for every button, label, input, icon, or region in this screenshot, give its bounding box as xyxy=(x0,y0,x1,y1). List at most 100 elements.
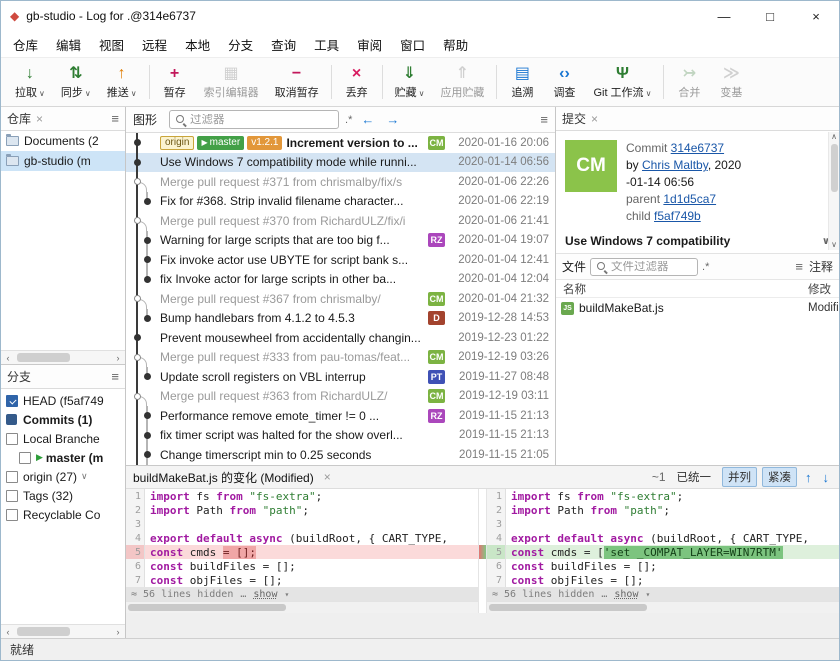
unified-toggle[interactable]: 已统一 xyxy=(671,467,718,487)
commit-row[interactable]: Performance remove emote_timer != 0 ...R… xyxy=(126,406,555,426)
discard-button[interactable]: ×丢弃 xyxy=(336,60,378,104)
prev-change-icon[interactable]: ↑ xyxy=(802,470,815,485)
commit-row[interactable]: Bump handlebars from 4.1.2 to 4.5.3D2019… xyxy=(126,309,555,329)
scroll-left-icon[interactable]: ‹ xyxy=(1,627,15,637)
branch-checkbox[interactable] xyxy=(6,509,18,521)
ref-remote-label[interactable]: origin xyxy=(160,136,194,150)
commit-hash-link[interactable]: 314e6737 xyxy=(671,141,724,155)
ref-current-label[interactable]: master xyxy=(197,136,244,150)
branch-item[interactable]: ▶master (m xyxy=(1,448,125,467)
commit-panel-scrollbar[interactable]: ∧ ∨ xyxy=(828,132,839,250)
file-filter[interactable] xyxy=(590,258,698,276)
repository-item[interactable]: Documents (2 xyxy=(1,131,125,151)
diff-left-hscrollbar[interactable] xyxy=(126,601,478,613)
menu-item-1[interactable]: 编辑 xyxy=(47,31,90,58)
scrollbar-track[interactable] xyxy=(15,351,111,364)
scroll-left-icon[interactable]: ‹ xyxy=(1,353,15,363)
branch-checkbox[interactable] xyxy=(6,490,18,502)
menu-item-6[interactable]: 查询 xyxy=(262,31,305,58)
scroll-down-icon[interactable]: ∨ xyxy=(831,240,837,250)
parent-hash-link[interactable]: 1d1d5ca7 xyxy=(663,192,716,206)
branch-item[interactable]: Recyclable Co xyxy=(1,505,125,524)
ref-tag-label[interactable]: v1.2.1 xyxy=(247,136,282,150)
branch-checkbox[interactable] xyxy=(6,471,18,483)
commit-row[interactable]: Merge pull request #370 from RichardULZ/… xyxy=(126,211,555,231)
regex-toggle[interactable]: .* xyxy=(702,261,709,273)
show-hidden-link[interactable]: show xyxy=(253,589,277,600)
commit-row[interactable]: Prevent mousewheel from accidentally cha… xyxy=(126,328,555,348)
commit-row[interactable]: Merge pull request #367 from chrismalby/… xyxy=(126,289,555,309)
close-icon[interactable]: × xyxy=(324,470,331,484)
commit-row[interactable]: fix Invoke actor for large scripts in ot… xyxy=(126,270,555,290)
prev-match-icon[interactable]: ← xyxy=(358,112,377,127)
blame-button[interactable]: ▤追溯 xyxy=(501,60,543,104)
scrollbar-thumb[interactable] xyxy=(831,144,838,192)
show-hidden-link[interactable]: show xyxy=(614,589,638,600)
close-icon[interactable]: × xyxy=(36,112,43,126)
compact-toggle[interactable]: 紧凑 xyxy=(762,467,797,487)
commit-row[interactable]: fix timer script was halted for the show… xyxy=(126,426,555,446)
branches-hscrollbar[interactable]: ‹ › xyxy=(1,624,125,638)
menu-item-2[interactable]: 视图 xyxy=(90,31,133,58)
push-button[interactable]: ↑推送∨ xyxy=(99,60,145,104)
menu-icon[interactable]: ≡ xyxy=(111,369,119,384)
scroll-right-icon[interactable]: › xyxy=(111,353,125,363)
graph-filter-input[interactable] xyxy=(190,114,333,126)
hidden-lines-row[interactable]: ≈ 56 lines hidden…show▾ xyxy=(126,587,478,601)
branch-item[interactable]: Local Branche xyxy=(1,429,125,448)
menu-item-9[interactable]: 窗口 xyxy=(391,31,434,58)
branch-checkbox[interactable] xyxy=(6,395,18,407)
menu-item-4[interactable]: 本地 xyxy=(176,31,219,58)
close-button[interactable]: × xyxy=(793,1,839,31)
commit-row[interactable]: Warning for large scripts that are too b… xyxy=(126,231,555,251)
branch-item[interactable]: Commits (1) xyxy=(1,410,125,429)
branch-checkbox[interactable] xyxy=(19,452,31,464)
unstage-button[interactable]: −取消暂存 xyxy=(267,60,327,104)
graph-filter[interactable] xyxy=(169,110,339,129)
diff-right-hscrollbar[interactable] xyxy=(487,601,839,613)
menu-item-0[interactable]: 仓库 xyxy=(4,31,47,58)
commit-row[interactable]: Update scroll registers on VBL interrupP… xyxy=(126,367,555,387)
commit-row[interactable]: Merge pull request #371 from chrismalby/… xyxy=(126,172,555,192)
commit-row[interactable]: originmasterv1.2.1Increment version to .… xyxy=(126,133,555,153)
branch-item[interactable]: HEAD (f5af749 xyxy=(1,391,125,410)
next-change-icon[interactable]: ↓ xyxy=(820,470,833,485)
maximize-button[interactable]: □ xyxy=(747,1,793,31)
menu-icon[interactable]: ≡ xyxy=(540,112,548,127)
hidden-lines-row[interactable]: ≈ 56 lines hidden…show▾ xyxy=(487,587,839,601)
branch-item[interactable]: Tags (32) xyxy=(1,486,125,505)
branch-checkbox[interactable] xyxy=(6,433,18,445)
git-workflow-button[interactable]: ΨGit 工作流∨ xyxy=(585,60,659,104)
scrollbar-thumb[interactable] xyxy=(17,353,70,362)
stage-button[interactable]: +暂存 xyxy=(154,60,196,104)
regex-toggle[interactable]: .* xyxy=(345,114,352,126)
repository-item[interactable]: gb-studio (m xyxy=(1,151,125,171)
commit-row[interactable]: Change timerscript min to 0.25 seconds20… xyxy=(126,445,555,465)
menu-item-3[interactable]: 远程 xyxy=(133,31,176,58)
menu-icon[interactable]: ≡ xyxy=(111,111,119,126)
branch-item[interactable]: origin (27)∨ xyxy=(1,467,125,486)
column-name[interactable]: 名称 xyxy=(556,281,586,297)
commit-row[interactable]: Use Windows 7 compatibility mode while r… xyxy=(126,153,555,173)
scrollbar-thumb[interactable] xyxy=(17,627,70,636)
commit-row[interactable]: Merge pull request #333 from pau-tomas/f… xyxy=(126,348,555,368)
file-filter-input[interactable] xyxy=(611,261,692,273)
menu-item-8[interactable]: 审阅 xyxy=(348,31,391,58)
scroll-up-icon[interactable]: ∧ xyxy=(831,132,837,142)
chevron-down-icon[interactable]: ∨ xyxy=(81,471,88,482)
file-row[interactable]: JS buildMakeBat.js Modified xyxy=(556,298,839,318)
scrollbar-thumb[interactable] xyxy=(128,604,286,611)
menu-item-10[interactable]: 帮助 xyxy=(434,31,477,58)
menu-icon[interactable]: ≡ xyxy=(795,259,803,274)
menu-item-5[interactable]: 分支 xyxy=(219,31,262,58)
scrollbar-track[interactable] xyxy=(15,625,111,638)
sync-button[interactable]: ⇅同步∨ xyxy=(53,60,99,104)
next-match-icon[interactable]: → xyxy=(383,112,402,127)
author-link[interactable]: Chris Maltby xyxy=(642,158,708,172)
pull-button[interactable]: ↓拉取∨ xyxy=(7,60,53,104)
commit-row[interactable]: Fix invoke actor use UBYTE for script ba… xyxy=(126,250,555,270)
minimize-button[interactable]: — xyxy=(701,1,747,31)
scrollbar-thumb[interactable] xyxy=(489,604,647,611)
menu-item-7[interactable]: 工具 xyxy=(305,31,348,58)
repo-hscrollbar[interactable]: ‹ › xyxy=(1,350,125,364)
